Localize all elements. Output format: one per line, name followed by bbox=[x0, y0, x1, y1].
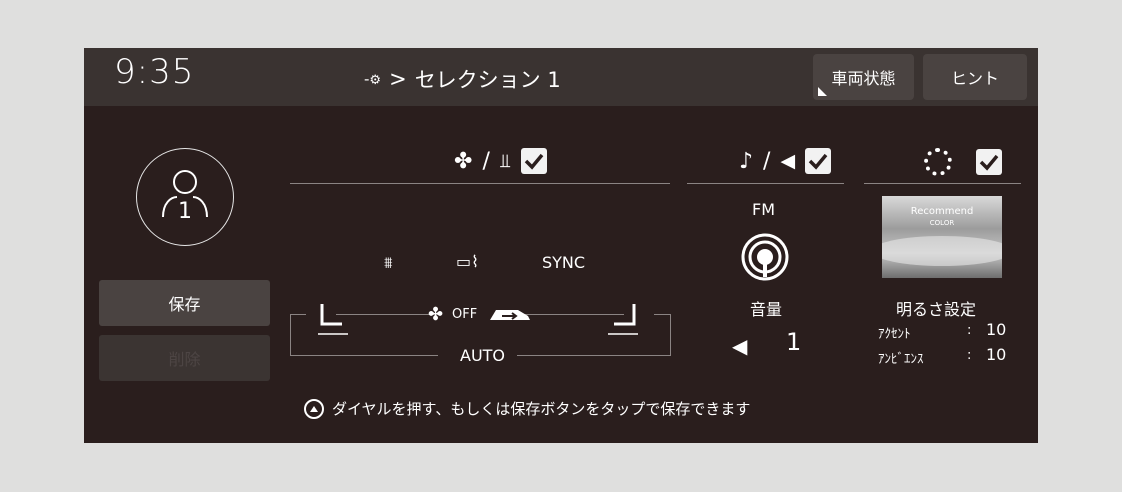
delete-button[interactable]: 削除 bbox=[99, 335, 270, 381]
climate-bracket-left bbox=[290, 314, 438, 356]
thumbnail-cloud-shape bbox=[882, 236, 1002, 266]
delete-label: 削除 bbox=[168, 350, 201, 369]
save-label: 保存 bbox=[168, 295, 201, 314]
fan-off-label: OFF bbox=[452, 307, 478, 322]
rear-defrost-icon: ▭⌇ bbox=[456, 252, 479, 271]
brightness-label: 明るさ設定 bbox=[896, 300, 977, 319]
color-theme-thumbnail[interactable]: Recommend COLOR bbox=[882, 196, 1002, 278]
driver-seat-heater-icon[interactable] bbox=[316, 300, 350, 340]
passenger-seat-heater-icon[interactable] bbox=[606, 300, 640, 340]
display-divider bbox=[864, 183, 1021, 184]
hint-button[interactable]: ヒント bbox=[923, 54, 1027, 100]
volume-label: 音量 bbox=[750, 300, 783, 319]
breadcrumb-arrow: > bbox=[389, 67, 407, 91]
display-checkbox[interactable] bbox=[976, 149, 1002, 175]
infotainment-screen: 9:35 -⚙ > セレクション 1 車両状態 ヒント 1 保存 削除 ✤ / … bbox=[84, 48, 1038, 443]
fan-icon: ✤ bbox=[454, 148, 473, 174]
audio-section-header: ♪ / ◀ bbox=[739, 148, 832, 174]
thumbnail-title: Recommend bbox=[910, 206, 974, 217]
vehicle-status-button[interactable]: 車両状態 bbox=[813, 54, 914, 100]
clock: 9:35 bbox=[114, 52, 195, 92]
auto-label[interactable]: AUTO bbox=[454, 346, 512, 365]
music-note-icon: ♪ bbox=[739, 148, 754, 174]
accent-separator: : bbox=[967, 323, 972, 338]
top-bar: 9:35 -⚙ > セレクション 1 車両状態 ヒント bbox=[84, 48, 1038, 106]
corner-marker-icon bbox=[818, 87, 827, 96]
instruction-text: ダイヤルを押す、もしくは保存ボタンをタップで保存できます bbox=[332, 400, 751, 418]
fan-off-icon[interactable]: ✤ bbox=[428, 304, 443, 325]
volume-speaker-icon: ◀ bbox=[732, 334, 748, 358]
slash-separator: / bbox=[763, 148, 771, 174]
slash-separator: / bbox=[482, 148, 490, 174]
sync-label: SYNC bbox=[542, 253, 586, 272]
climate-checkbox[interactable] bbox=[520, 148, 547, 174]
person-icon bbox=[162, 170, 208, 218]
climate-bracket-right bbox=[517, 314, 671, 356]
profile-number: 1 bbox=[178, 199, 192, 224]
air-recirculation-icon[interactable] bbox=[488, 304, 532, 324]
accent-label: ｱｸｾﾝﾄ bbox=[878, 327, 911, 342]
audio-divider bbox=[687, 183, 844, 184]
footer-instruction: ダイヤルを押す、もしくは保存ボタンをタップで保存できます bbox=[304, 398, 750, 419]
volume-value: 1 bbox=[786, 328, 802, 356]
page-title: セレクション 1 bbox=[414, 68, 561, 92]
dial-icon bbox=[304, 398, 324, 419]
climate-section-header: ✤ / ⫫ bbox=[454, 148, 547, 174]
display-section-header bbox=[924, 148, 1002, 176]
climate-divider bbox=[290, 183, 670, 184]
thumbnail-subtitle: COLOR bbox=[929, 219, 955, 227]
breadcrumb: -⚙ > セレクション 1 bbox=[364, 64, 561, 94]
ambient-separator: : bbox=[967, 348, 972, 363]
vehicle-status-label: 車両状態 bbox=[831, 69, 896, 88]
fm-label: FM bbox=[752, 200, 776, 219]
brightness-ring-icon bbox=[924, 148, 952, 176]
settings-gear-icon: -⚙ bbox=[364, 69, 382, 88]
save-button[interactable]: 保存 bbox=[99, 280, 270, 326]
accent-value: 10 bbox=[986, 320, 1007, 339]
thermometer-icon: ⫫ bbox=[499, 150, 511, 172]
profile-avatar[interactable]: 1 bbox=[136, 148, 234, 246]
ambient-value: 10 bbox=[986, 345, 1007, 364]
radio-antenna-icon[interactable] bbox=[740, 232, 790, 282]
audio-checkbox[interactable] bbox=[805, 148, 832, 174]
ambient-label: ｱﾝﾋﾞｴﾝｽ bbox=[878, 352, 924, 367]
speaker-icon: ◀ bbox=[780, 150, 796, 172]
front-defrost-icon: ⩩ bbox=[384, 253, 393, 272]
hint-label: ヒント bbox=[950, 69, 999, 88]
